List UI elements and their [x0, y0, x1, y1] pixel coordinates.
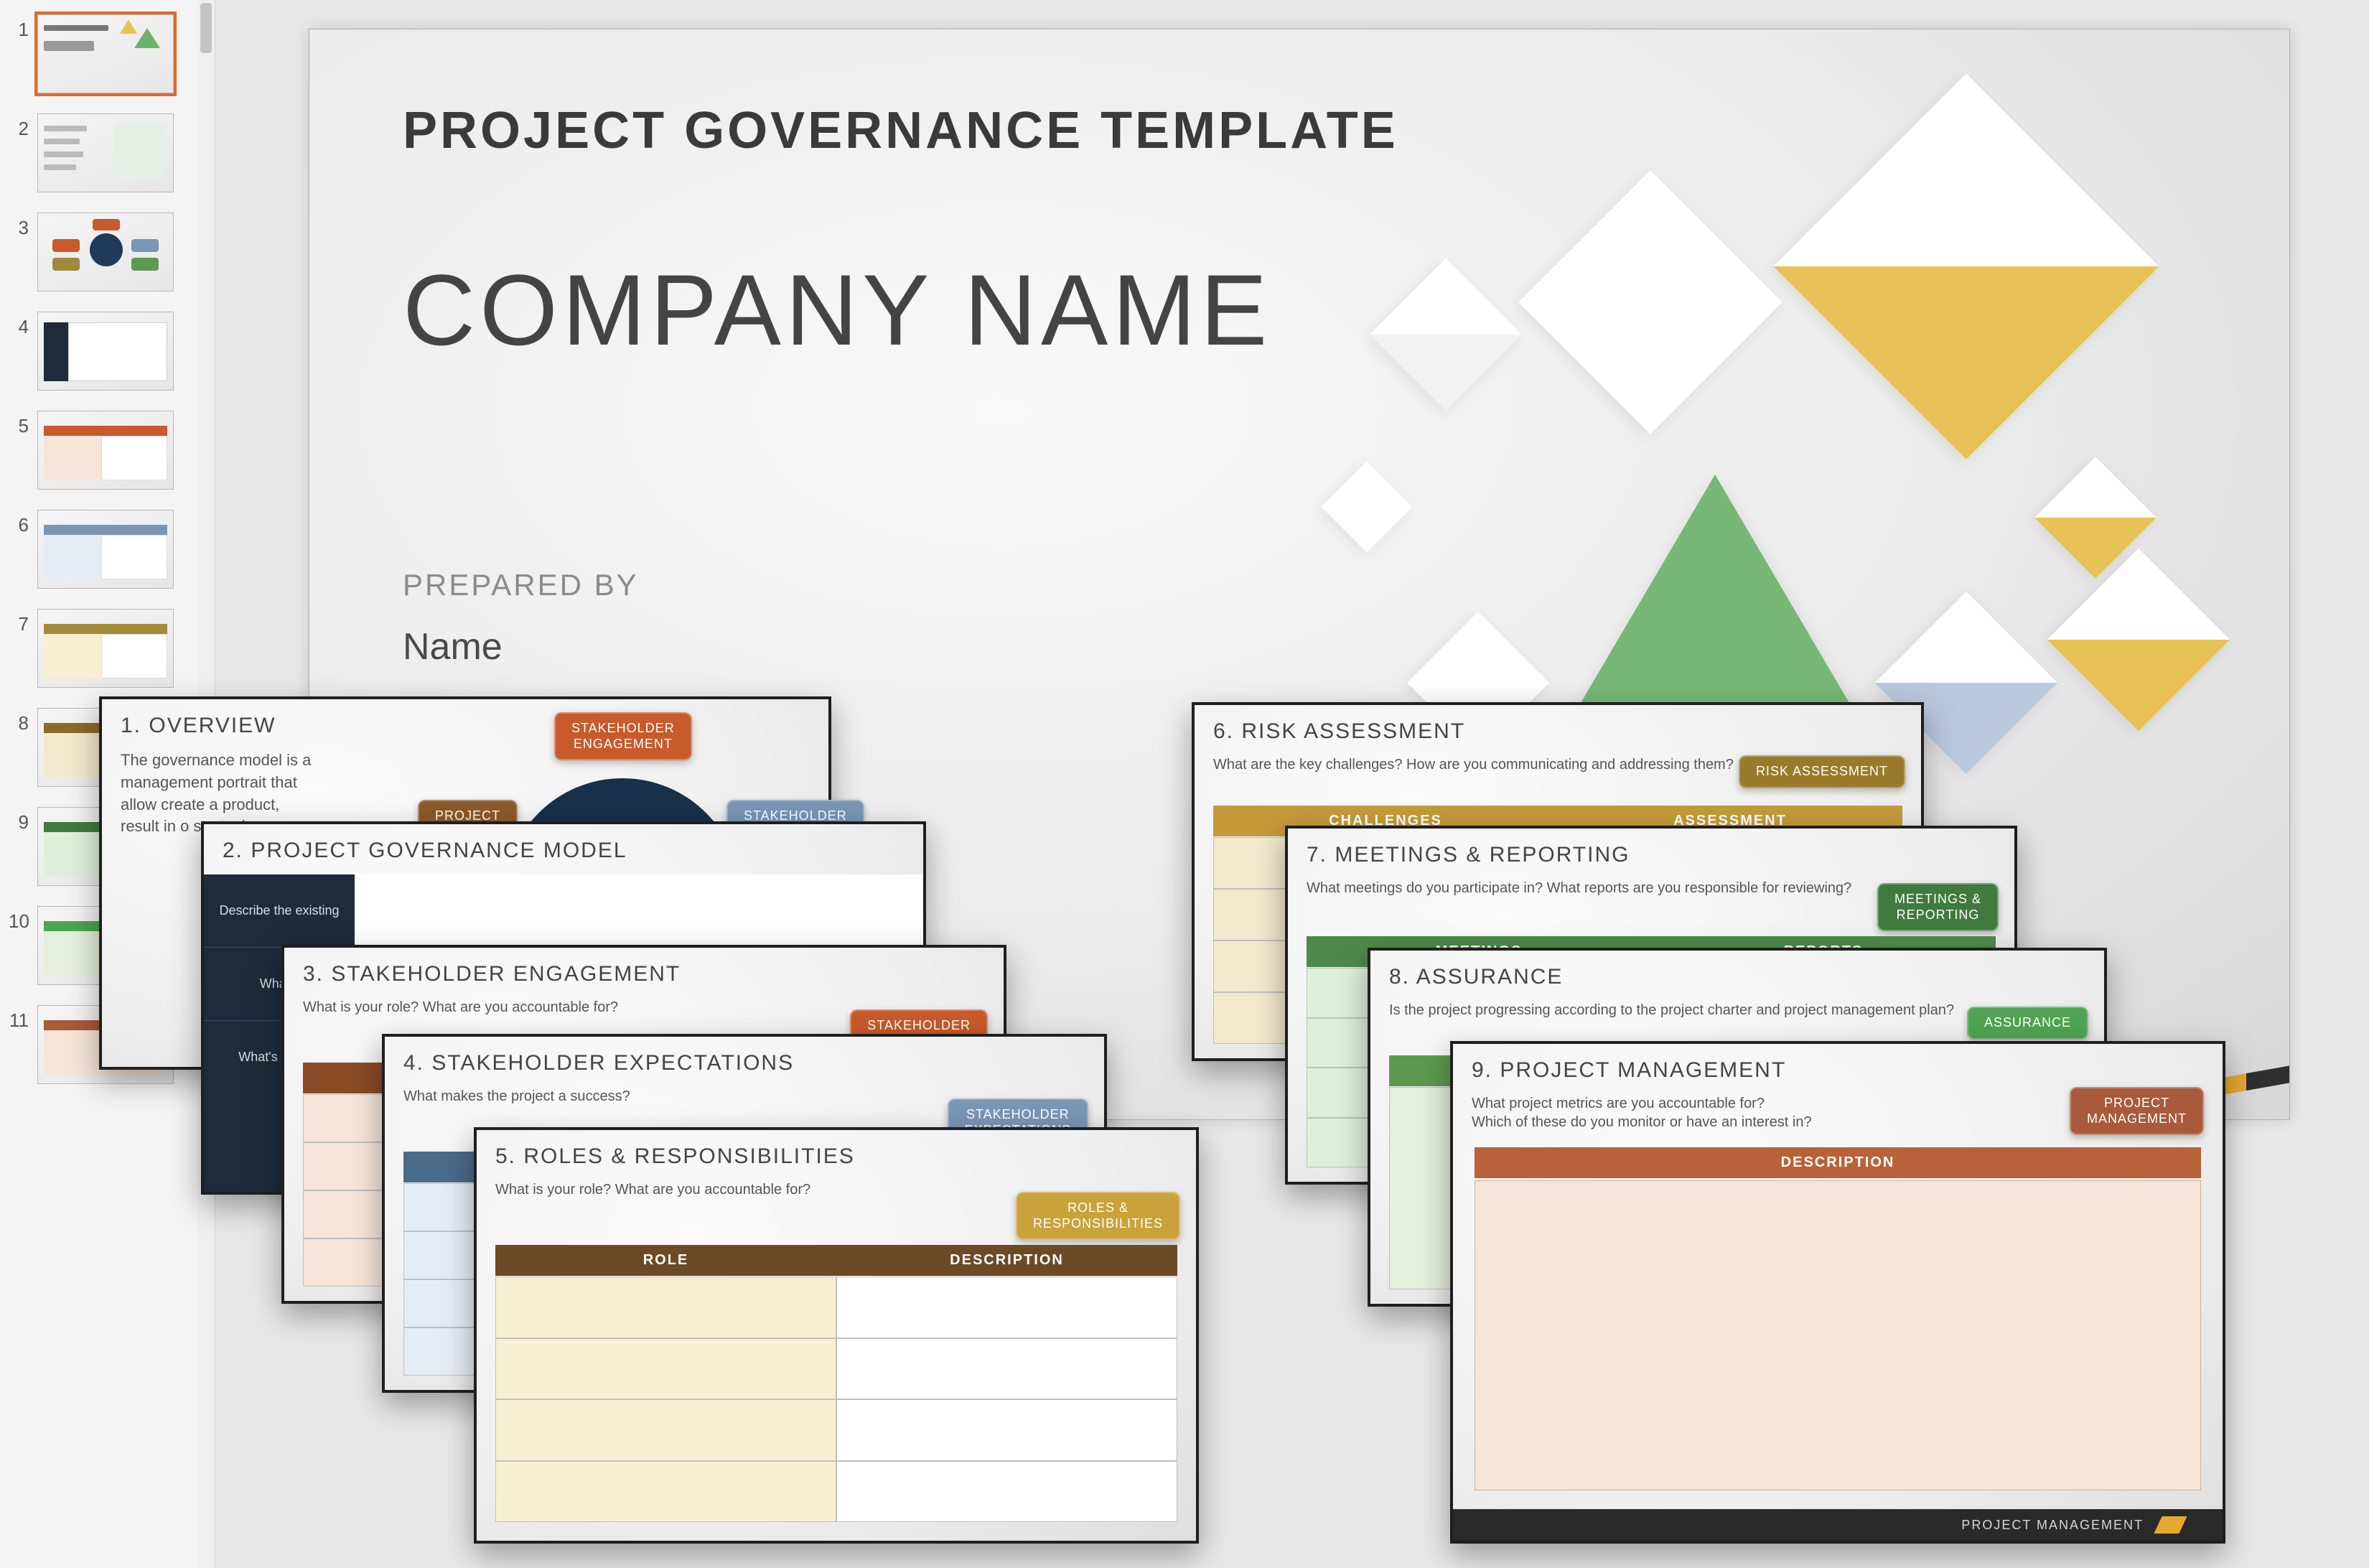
thumbnail-number: 1	[9, 14, 37, 41]
thumbnail-4[interactable]: 4	[9, 312, 193, 391]
thumbnail-1[interactable]: 1	[9, 14, 193, 93]
thumbnail-number: 9	[9, 807, 37, 834]
thumbnail-preview	[37, 411, 174, 490]
table-body	[1475, 1180, 2201, 1490]
thumbnail-3[interactable]: 3	[9, 213, 193, 291]
thumbnail-preview	[37, 609, 174, 688]
card-subtitle: What project metrics are you accountable…	[1472, 1096, 1765, 1112]
prepared-by-name: Name	[403, 625, 503, 668]
slide-title: PROJECT GOVERNANCE TEMPLATE	[403, 101, 1398, 160]
thumbnail-7[interactable]: 7	[9, 609, 193, 688]
side-item: Describe the existing	[204, 874, 355, 948]
card-title: 2. PROJECT GOVERNANCE MODEL	[223, 839, 627, 863]
thumbnail-number: 8	[9, 708, 37, 734]
thumbnail-preview	[37, 213, 174, 291]
tag-risk: RISK ASSESSMENT	[1739, 755, 1905, 788]
card-project-management[interactable]: 9. PROJECT MANAGEMENT What project metri…	[1450, 1041, 2225, 1544]
card-title: 7. MEETINGS & REPORTING	[1307, 843, 1630, 867]
card-title: 8. ASSURANCE	[1389, 965, 1563, 989]
diamond-icon	[1773, 73, 2159, 459]
tag-meetings: MEETINGS & REPORTING	[1877, 883, 1999, 931]
card-subtitle: What is your role? What are you accounta…	[303, 999, 618, 1016]
footer-label: PROJECT MANAGEMENT	[1961, 1518, 2144, 1533]
col-header: ROLE	[495, 1245, 836, 1276]
thumbnail-number: 4	[9, 312, 37, 338]
card-subtitle-2: Which of these do you monitor or have an…	[1472, 1114, 1812, 1131]
tag-project-management: PROJECT MANAGEMENT	[2070, 1087, 2204, 1135]
thumbnail-2[interactable]: 2	[9, 113, 193, 192]
thumbnail-number: 5	[9, 411, 37, 437]
card-roles-responsibilities[interactable]: 5. ROLES & RESPONSIBILITIES What is your…	[474, 1127, 1199, 1544]
col-header: DESCRIPTION	[836, 1245, 1177, 1276]
thumbnail-number: 2	[9, 113, 37, 140]
thumbnail-preview	[37, 113, 174, 192]
card-title: 1. OVERVIEW	[121, 714, 276, 738]
card-subtitle: What makes the project a success?	[403, 1088, 630, 1105]
thumbnail-preview	[37, 312, 174, 391]
thumbnail-number: 3	[9, 213, 37, 239]
tag-roles: ROLES & RESPONSIBILITIES	[1016, 1192, 1180, 1240]
company-name: COMPANY NAME	[403, 252, 1271, 368]
card-subtitle: What is your role? What are you accounta…	[495, 1182, 810, 1198]
table-header: DESCRIPTION	[1475, 1147, 2201, 1178]
table-body	[495, 1277, 1177, 1522]
col-header: DESCRIPTION	[1475, 1147, 2201, 1178]
card-title: 3. STAKEHOLDER ENGAGEMENT	[303, 962, 681, 986]
tag-stakeholder-engagement: STAKEHOLDER ENGAGEMENT	[554, 712, 692, 760]
table-header: ROLE DESCRIPTION	[495, 1245, 1177, 1276]
thumbnail-preview	[37, 14, 174, 93]
card-subtitle: What are the key challenges? How are you…	[1213, 757, 1734, 773]
card-title: 4. STAKEHOLDER EXPECTATIONS	[403, 1051, 794, 1075]
diamond-icon	[2047, 549, 2230, 732]
card-footer: PROJECT MANAGEMENT	[1453, 1509, 2223, 1541]
card-title: 6. RISK ASSESSMENT	[1213, 719, 1465, 744]
thumbnail-number: 10	[9, 906, 37, 933]
thumbnail-number: 11	[9, 1005, 37, 1032]
thumbnail-5[interactable]: 5	[9, 411, 193, 490]
thumbnail-number: 7	[9, 609, 37, 635]
prepared-by-label: PREPARED BY	[403, 568, 639, 602]
card-title: 5. ROLES & RESPONSIBILITIES	[495, 1144, 855, 1169]
card-subtitle: Is the project progressing according to …	[1389, 1002, 1954, 1019]
diamond-icon	[1321, 461, 1412, 552]
triangle-icon	[1571, 475, 1859, 719]
thumbnail-preview	[37, 510, 174, 589]
tag-assurance: ASSURANCE	[1967, 1007, 2088, 1040]
thumbnail-number: 6	[9, 510, 37, 536]
card-title: 9. PROJECT MANAGEMENT	[1472, 1058, 1786, 1083]
card-subtitle: What meetings do you participate in? Wha…	[1307, 880, 1851, 897]
diamond-icon	[1518, 170, 1782, 434]
thumbnail-6[interactable]: 6	[9, 510, 193, 589]
diamond-icon	[1370, 258, 1522, 411]
